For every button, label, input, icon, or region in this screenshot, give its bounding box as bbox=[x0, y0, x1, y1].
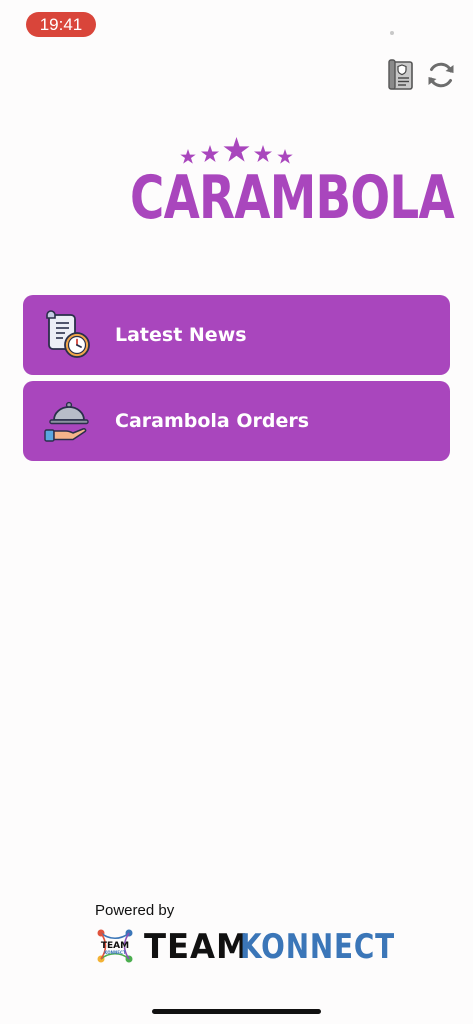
brand-team-text: TEAM bbox=[144, 927, 250, 967]
carambola-orders-button[interactable]: Carambola Orders bbox=[23, 381, 450, 461]
carambola-logo: CARAMBOLA bbox=[100, 135, 455, 235]
refresh-button[interactable] bbox=[425, 58, 457, 92]
status-time: 19:41 bbox=[39, 15, 83, 34]
carambola-orders-label: Carambola Orders bbox=[115, 410, 310, 432]
home-indicator[interactable] bbox=[152, 1009, 321, 1014]
status-indicator-dot bbox=[390, 31, 394, 35]
status-time-pill: 19:41 bbox=[26, 12, 96, 37]
serving-cloche-hand-icon bbox=[44, 401, 89, 442]
badge-subtext: KONNECT bbox=[104, 950, 126, 955]
app-screen: 19:41 CARAMBOLA Latest News Carambola Or… bbox=[0, 0, 473, 1024]
latest-news-label: Latest News bbox=[115, 324, 247, 346]
logo-wordmark: CARAMBOLA bbox=[130, 163, 455, 233]
policy-document-button[interactable] bbox=[386, 58, 418, 92]
team-konnect-badge-icon: TEAM KONNECT bbox=[97, 929, 133, 963]
policy-document-icon bbox=[388, 59, 413, 90]
refresh-icon bbox=[428, 62, 454, 88]
brand-konnect-text: KONNECT bbox=[240, 927, 395, 967]
powered-by-text: Powered by bbox=[95, 902, 175, 919]
latest-news-button[interactable]: Latest News bbox=[23, 295, 450, 375]
news-scroll-clock-icon bbox=[46, 310, 90, 358]
